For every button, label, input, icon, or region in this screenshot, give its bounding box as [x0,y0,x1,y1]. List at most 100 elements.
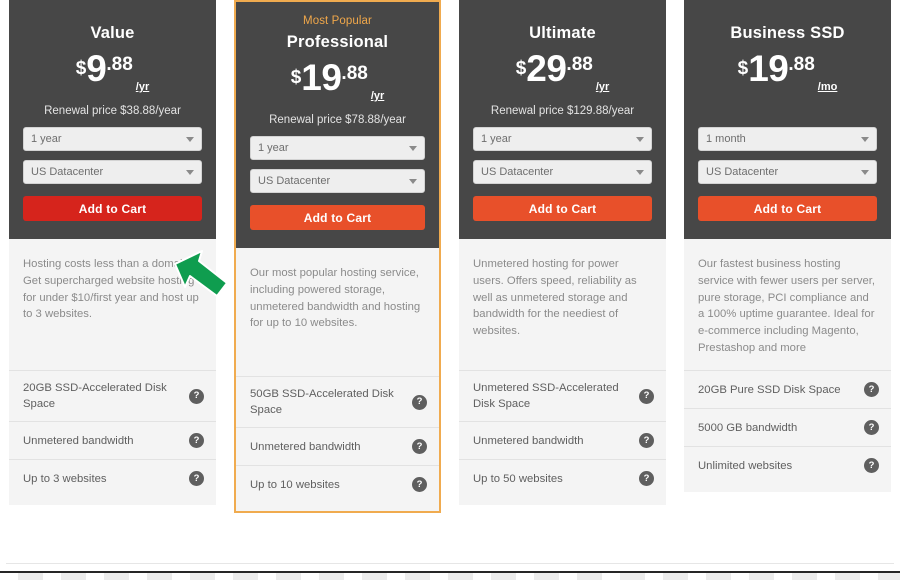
help-icon[interactable]: ? [189,433,204,448]
feature-label: Unmetered SSD-Accelerated Disk Space [473,382,619,410]
help-icon[interactable]: ? [639,471,654,486]
feature-label: Unmetered bandwidth [250,440,361,453]
add-to-cart-button[interactable]: Add to Cart [473,196,652,221]
feature-row: 20GB SSD-Accelerated Disk Space ? [9,370,216,421]
feature-row: 50GB SSD-Accelerated Disk Space ? [236,376,439,427]
help-icon[interactable]: ? [639,433,654,448]
plan-header: Business SSD $19.88/mo 1 month US Datace… [684,0,891,239]
help-icon[interactable]: ? [189,388,204,404]
datacenter-select[interactable]: US Datacenter [250,169,425,193]
help-icon[interactable]: ? [864,382,879,397]
feature-label: Unmetered bandwidth [23,434,134,447]
currency-symbol: $ [515,58,527,79]
add-to-cart-button[interactable]: Add to Cart [250,205,425,230]
help-icon[interactable]: ? [864,458,879,473]
feature-row: Unmetered bandwidth ? [236,427,439,465]
price-cents: .88 [788,54,815,75]
add-to-cart-button[interactable]: Add to Cart [698,196,877,221]
plan-feature-list: 20GB Pure SSD Disk Space ? 5000 GB bandw… [684,370,891,492]
price-whole: 19 [748,48,789,89]
term-select-value: 1 year [481,133,512,145]
price-cents: .88 [106,54,133,75]
plan-card-professional: Most Popular Professional $19.88/yr Rene… [234,0,441,513]
term-select[interactable]: 1 year [250,136,425,160]
term-select[interactable]: 1 year [473,127,652,151]
datacenter-select[interactable]: US Datacenter [473,160,652,184]
chevron-down-icon [186,169,194,175]
datacenter-select-value: US Datacenter [706,166,779,178]
feature-row: Unmetered bandwidth ? [9,421,216,459]
feature-label: 50GB SSD-Accelerated Disk Space [250,388,394,416]
footer-pattern-strip [0,573,900,580]
chevron-down-icon [409,178,417,184]
help-icon[interactable]: ? [412,394,427,410]
term-select[interactable]: 1 year [23,127,202,151]
plan-price: $29.88/yr [473,50,652,96]
plan-slot: Business SSD $19.88/mo 1 month US Datace… [675,0,900,513]
plan-title: Professional [286,33,389,51]
plan-feature-list: Unmetered SSD-Accelerated Disk Space ? U… [459,370,666,505]
feature-label: Up to 10 websites [250,478,340,491]
chevron-down-icon [636,136,644,142]
plan-header: Ultimate $29.88/yr Renewal price $129.88… [459,0,666,239]
footer-divider-light [6,563,894,564]
currency-symbol: $ [75,58,87,79]
feature-label: Up to 3 websites [23,472,107,485]
feature-row: Unmetered SSD-Accelerated Disk Space ? [459,370,666,421]
price-period: /yr [135,81,150,93]
feature-label: Unlimited websites [698,459,793,472]
feature-row: Up to 50 websites ? [459,459,666,497]
feature-label: 20GB Pure SSD Disk Space [698,383,841,396]
help-icon[interactable]: ? [639,388,654,404]
plan-title: Ultimate [529,24,596,42]
add-to-cart-button[interactable]: Add to Cart [23,196,202,221]
help-icon[interactable]: ? [864,420,879,435]
plan-price: $19.88/mo [698,48,877,96]
term-select[interactable]: 1 month [698,127,877,151]
chevron-down-icon [861,169,869,175]
term-select-value: 1 month [706,133,746,145]
feature-row: Unlimited websites ? [684,446,891,484]
feature-row: 20GB Pure SSD Disk Space ? [684,370,891,408]
price-period: /mo [817,81,838,93]
price-whole: 19 [301,57,342,98]
help-icon[interactable]: ? [412,439,427,454]
price-whole: 9 [86,48,107,89]
help-icon[interactable]: ? [189,471,204,486]
feature-label: 20GB SSD-Accelerated Disk Space [23,382,167,410]
plan-feature-list: 50GB SSD-Accelerated Disk Space ? Unmete… [236,376,439,511]
renewal-price [698,104,877,118]
feature-label: 5000 GB bandwidth [698,421,798,434]
datacenter-select[interactable]: US Datacenter [23,160,202,184]
plan-feature-list: 20GB SSD-Accelerated Disk Space ? Unmete… [9,370,216,505]
term-select-value: 1 year [258,142,289,154]
feature-label: Up to 50 websites [473,472,563,485]
renewal-price: Renewal price $38.88/year [44,105,181,117]
currency-symbol: $ [737,58,749,79]
renewal-price: Renewal price $129.88/year [490,105,635,117]
chevron-down-icon [186,136,194,142]
renewal-price: Renewal price $78.88/year [269,114,406,126]
pricing-page: Value $9.88/yr Renewal price $38.88/year… [0,0,900,580]
chevron-down-icon [636,169,644,175]
price-period: /yr [595,81,610,93]
datacenter-select[interactable]: US Datacenter [698,160,877,184]
term-select-value: 1 year [31,133,62,145]
price-cents: .88 [341,63,368,84]
plan-header: Value $9.88/yr Renewal price $38.88/year… [9,0,216,239]
plan-card-business-ssd: Business SSD $19.88/mo 1 month US Datace… [684,0,891,492]
datacenter-select-value: US Datacenter [31,166,104,178]
feature-row: Unmetered bandwidth ? [459,421,666,459]
plan-title: Business SSD [730,24,845,42]
plan-description: Our fastest business hosting service wit… [684,239,891,370]
most-popular-badge: Most Popular [303,15,372,27]
plan-card-ultimate: Ultimate $29.88/yr Renewal price $129.88… [459,0,666,505]
help-icon[interactable]: ? [412,477,427,492]
plan-price: $9.88/yr [23,48,202,96]
price-cents: .88 [566,54,593,75]
plan-slot: Value $9.88/yr Renewal price $38.88/year… [0,0,225,513]
datacenter-select-value: US Datacenter [481,166,554,178]
plan-price: $19.88/yr [250,57,425,105]
plan-header: Most Popular Professional $19.88/yr Rene… [236,2,439,248]
chevron-down-icon [409,145,417,151]
